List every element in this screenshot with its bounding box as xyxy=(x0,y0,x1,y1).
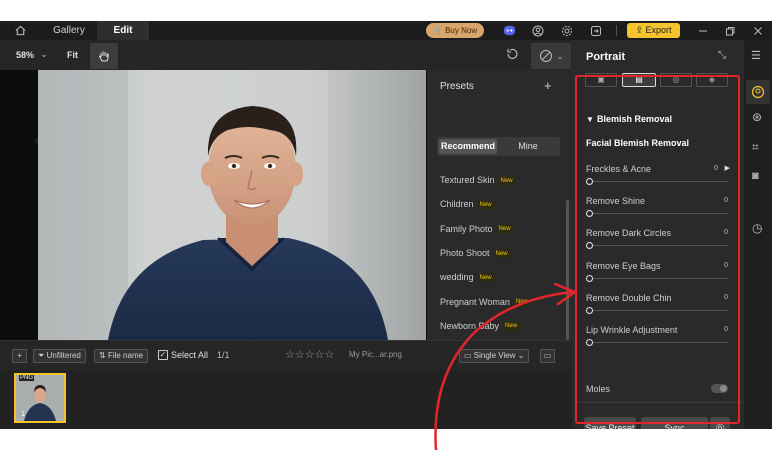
add-preset-button[interactable]: + xyxy=(544,78,552,93)
login-icon[interactable] xyxy=(588,23,603,38)
star-icon[interactable]: ☆ xyxy=(285,349,295,361)
new-badge: New xyxy=(493,249,510,258)
toolbar: 58% ⌄ Fit ⌄ xyxy=(0,40,572,70)
preset-item-label: Photo Shoot xyxy=(440,247,490,258)
star-icon[interactable]: ☆ xyxy=(325,349,335,361)
sort-button[interactable]: ⇅ File name xyxy=(94,349,149,363)
portrait-icon xyxy=(751,85,765,99)
preset-item-label: Family Photo xyxy=(440,223,493,234)
cart-icon: 🛒 xyxy=(432,26,443,35)
history-icon[interactable]: ◷ xyxy=(752,221,762,235)
filter-button[interactable]: ⏷ Unfiltered xyxy=(33,349,86,363)
preset-item[interactable]: Children New xyxy=(440,199,494,209)
thumbnail[interactable]: PNG 1 xyxy=(14,373,66,423)
tab-gallery[interactable]: Gallery xyxy=(41,21,97,40)
buy-now-label: Buy Now xyxy=(445,26,478,35)
restore-icon[interactable] xyxy=(722,23,737,38)
export-label: Export xyxy=(645,25,672,35)
adjust-icon[interactable]: ☰ xyxy=(751,49,761,62)
panel-title: Portrait xyxy=(586,51,626,63)
annotation-arrow xyxy=(434,282,577,450)
title-bar: Gallery Edit 🛒 Buy Now ⇪ Export xyxy=(0,21,772,40)
preset-item-label: Children xyxy=(440,199,474,210)
star-icon[interactable]: ☆ xyxy=(315,349,325,361)
compare-icon xyxy=(539,50,552,62)
sort-icon: ⇅ xyxy=(99,351,106,360)
star-icon[interactable]: ☆ xyxy=(305,349,315,361)
star-rating[interactable]: ☆☆☆☆☆ xyxy=(285,348,334,361)
crop-icon[interactable]: ⌗ xyxy=(752,140,759,155)
tab-edit[interactable]: Edit xyxy=(97,21,149,40)
home-icon[interactable] xyxy=(13,23,28,38)
camera-icon[interactable]: ◙ xyxy=(752,170,759,182)
settings-icon[interactable] xyxy=(559,23,574,38)
preset-item[interactable]: Photo Shoot New xyxy=(440,248,510,258)
collapse-icon[interactable]: ⤡ xyxy=(718,50,726,61)
new-badge: New xyxy=(496,225,513,234)
export-icon: ⇪ xyxy=(635,25,643,35)
buy-now-button[interactable]: 🛒 Buy Now xyxy=(426,23,484,38)
export-button[interactable]: ⇪ Export xyxy=(627,23,680,38)
zoom-level[interactable]: 58% xyxy=(16,50,34,60)
color-icon[interactable]: ⊛ xyxy=(752,110,762,124)
select-all-label: Select All xyxy=(171,350,209,360)
image-count: 1/1 xyxy=(217,350,230,360)
divider xyxy=(616,25,617,36)
hand-icon xyxy=(98,51,109,62)
compare-button[interactable]: ⌄ xyxy=(531,43,571,69)
portrait-image xyxy=(38,70,388,340)
preset-item-label: Textured Skin xyxy=(440,175,495,185)
portrait-photo[interactable] xyxy=(38,70,426,340)
undo-icon[interactable] xyxy=(505,47,519,64)
fit-button[interactable]: Fit xyxy=(67,50,78,60)
preset-item[interactable]: Family Photo New xyxy=(440,224,513,234)
minimize-icon[interactable] xyxy=(695,23,710,38)
tab-recommend[interactable]: Recommend xyxy=(439,139,497,154)
chevron-down-icon: ⌄ xyxy=(556,51,564,61)
star-icon[interactable]: ☆ xyxy=(295,349,305,361)
tab-mine[interactable]: Mine xyxy=(499,139,557,154)
filter-label: Unfiltered xyxy=(46,351,81,360)
highlight-box xyxy=(575,75,740,424)
sort-label: File name xyxy=(107,351,144,360)
preset-tabs: Recommend Mine xyxy=(437,137,560,156)
filter-icon: ⏷ xyxy=(38,351,45,360)
hand-tool-button[interactable] xyxy=(90,43,118,69)
thumbnail-index: 1 xyxy=(21,411,25,418)
close-icon[interactable] xyxy=(750,23,765,38)
new-badge: New xyxy=(498,176,515,185)
portrait-tool-button[interactable] xyxy=(746,80,770,104)
discord-icon[interactable] xyxy=(502,23,517,38)
select-all-checkbox[interactable]: ✓ xyxy=(158,350,168,360)
new-badge: New xyxy=(477,200,494,209)
preset-item[interactable]: Textured Skin New xyxy=(440,175,515,185)
presets-title: Presets xyxy=(440,81,474,92)
chevron-down-icon[interactable]: ⌄ xyxy=(40,49,48,60)
current-filename: My Pic...ar.png xyxy=(349,350,402,359)
file-type-badge: PNG xyxy=(19,375,35,381)
add-button[interactable]: + xyxy=(12,349,27,363)
account-icon[interactable] xyxy=(530,23,545,38)
tool-rail: ☰ ⊛ ⌗ ◙ ◷ xyxy=(744,40,772,429)
